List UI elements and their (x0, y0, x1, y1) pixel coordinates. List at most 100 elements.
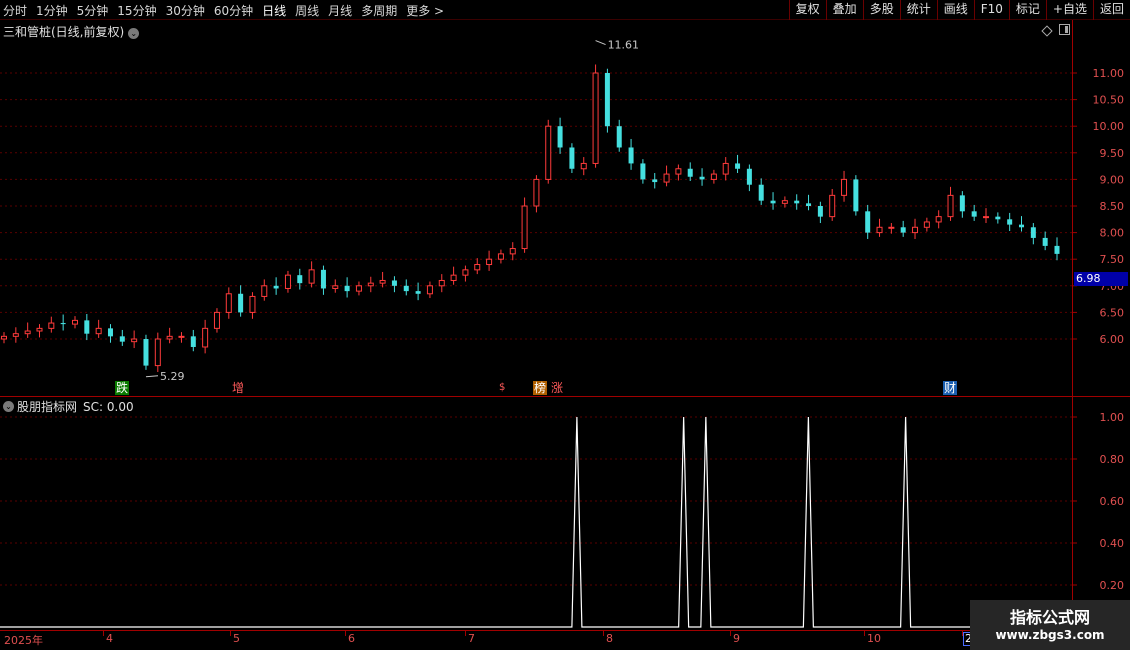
candle-body (521, 205, 528, 250)
indicator-axis-label: 0.80 (1100, 453, 1125, 466)
date-tick (603, 631, 604, 636)
stock-title-text: 三和管桩(日线,前复权) (3, 25, 125, 39)
chevron-down-icon[interactable]: ⌄ (3, 401, 14, 412)
candle-body (509, 248, 516, 255)
candle-body (663, 173, 670, 183)
candle-body (60, 323, 66, 325)
price-axis-label: 10.50 (1093, 94, 1125, 107)
panel-divider[interactable] (0, 396, 1130, 397)
candle-body (947, 194, 954, 218)
signal-finance[interactable]: 财 (943, 381, 958, 395)
indicator-axis-label: 0.60 (1100, 495, 1125, 508)
candle-body (853, 179, 859, 212)
date-label-oct: 10 (867, 632, 881, 645)
candle-body (1, 335, 7, 340)
candle-body (36, 327, 43, 332)
candle-body (959, 195, 965, 212)
candle-body (580, 162, 587, 170)
date-label-year: 2025年 (4, 634, 43, 647)
candle-body (202, 327, 209, 348)
indicator-axis-label: 0.20 (1100, 579, 1125, 592)
candle-body (912, 226, 919, 234)
candle-body (722, 162, 729, 175)
candle-body (225, 293, 232, 313)
high-price-label: 11.61 (608, 39, 640, 52)
price-axis-label: 6.50 (1100, 306, 1125, 319)
candle-body (344, 285, 350, 292)
kline-chart[interactable]: 11.0010.5010.009.509.008.508.007.507.006… (0, 0, 1130, 650)
last-price-badge: 6.98 (1074, 272, 1128, 286)
price-axis-label: 9.50 (1100, 147, 1125, 160)
date-tick (864, 631, 865, 636)
candle-body (1007, 219, 1013, 225)
candle-body (261, 285, 268, 297)
signal-rise[interactable]: 涨 (550, 381, 564, 395)
candle-body (84, 320, 90, 334)
date-label-jul: 7 (468, 632, 475, 645)
candle-body (119, 336, 125, 342)
price-axis-label: 7.50 (1100, 253, 1125, 266)
candle-body (628, 147, 634, 164)
price-axis-label: 8.00 (1100, 227, 1125, 240)
candle-body (758, 184, 764, 201)
diamond-icon[interactable] (1041, 25, 1053, 37)
candle-body (190, 336, 196, 347)
date-label-aug: 8 (606, 632, 613, 645)
low-marker-line (145, 375, 159, 378)
candle-body (569, 147, 575, 169)
candle-body (320, 269, 326, 289)
candle-body (24, 330, 31, 335)
candle-body (213, 311, 220, 329)
candle-body (238, 293, 244, 313)
price-axis-divider (1072, 20, 1073, 630)
signal-dollar[interactable]: $ (498, 381, 506, 395)
candle-body (675, 168, 682, 175)
candle-body (403, 285, 409, 292)
candle-body (308, 269, 315, 284)
candle-body (806, 203, 812, 206)
watermark-title: 指标公式网 (1009, 608, 1090, 627)
candle-body (533, 178, 540, 207)
date-label-may: 5 (233, 632, 240, 645)
candle-body (1019, 224, 1025, 228)
signal-drop[interactable]: 跌 (115, 381, 130, 395)
indicator-axis-label: 1.00 (1100, 411, 1125, 424)
candle-body (592, 72, 599, 164)
candle-body (131, 338, 138, 343)
price-axis-label: 11.00 (1093, 67, 1125, 80)
candle-body (687, 168, 693, 177)
indicator-axis-label: 0.40 (1100, 537, 1125, 550)
signal-add[interactable]: 增 (231, 381, 245, 395)
candle-body (735, 163, 741, 169)
candle-body (154, 338, 161, 367)
candle-body (995, 216, 1001, 220)
date-tick (465, 631, 466, 636)
date-tick (230, 631, 231, 636)
chevron-down-icon[interactable]: ⌄ (128, 28, 140, 39)
candle-body (545, 125, 552, 180)
candle-body (746, 168, 752, 185)
signal-rank[interactable]: 榜 (533, 381, 548, 395)
candle-body (876, 226, 883, 234)
price-axis-label: 8.50 (1100, 200, 1125, 213)
candle-body (900, 227, 906, 233)
indicator-title[interactable]: ⌄ 股朋指标网 SC: 0.00 (3, 398, 134, 415)
candle-body (935, 216, 942, 223)
candle-body (426, 285, 433, 295)
candle-body (794, 200, 800, 204)
candle-body (604, 73, 610, 127)
candle-body (497, 253, 504, 260)
candle-body (640, 163, 646, 180)
panel-toggle-icon[interactable] (1059, 24, 1070, 35)
candle-body (486, 258, 493, 266)
candle-body (829, 194, 836, 218)
price-axis-label: 10.00 (1093, 120, 1125, 133)
high-marker-line (595, 40, 606, 46)
candle-body (1042, 237, 1048, 246)
date-axis: 2025年 4 5 6 7 8 9 10 2 (0, 630, 1130, 650)
candle-body (391, 280, 397, 286)
candle-body (652, 179, 658, 183)
stock-title[interactable]: 三和管桩(日线,前复权) ⌄ (3, 23, 140, 40)
candle-body (284, 274, 291, 289)
candle-body (770, 200, 776, 204)
